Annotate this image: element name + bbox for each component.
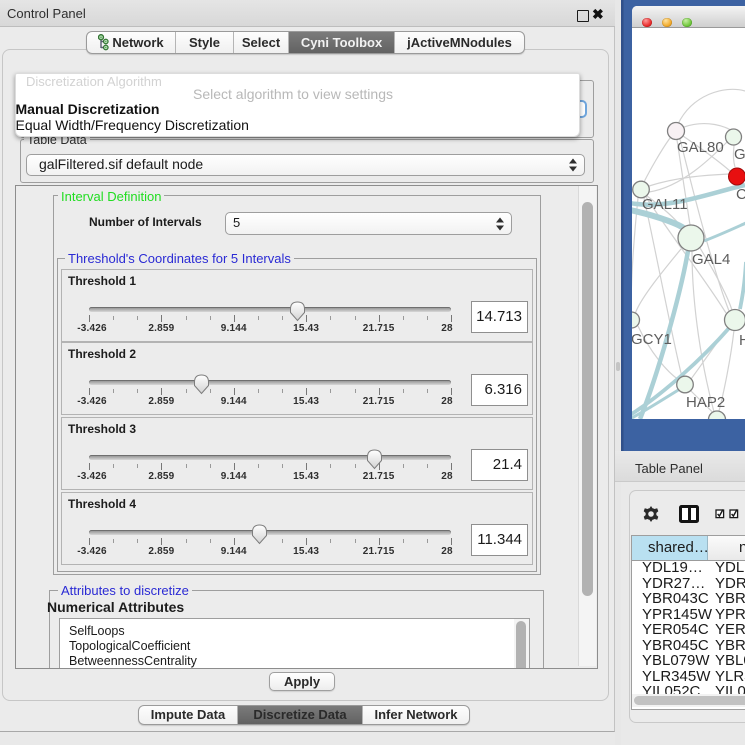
svg-text:C: C — [736, 186, 745, 203]
svg-text:HAP2: HAP2 — [686, 394, 725, 411]
svg-text:GAL80: GAL80 — [677, 139, 724, 156]
svg-text:GCY1: GCY1 — [632, 331, 672, 348]
svg-text:GA: GA — [734, 146, 745, 163]
svg-text:H: H — [739, 332, 745, 349]
svg-text:GAL11: GAL11 — [642, 196, 688, 213]
svg-text:GAL4: GAL4 — [692, 251, 730, 268]
